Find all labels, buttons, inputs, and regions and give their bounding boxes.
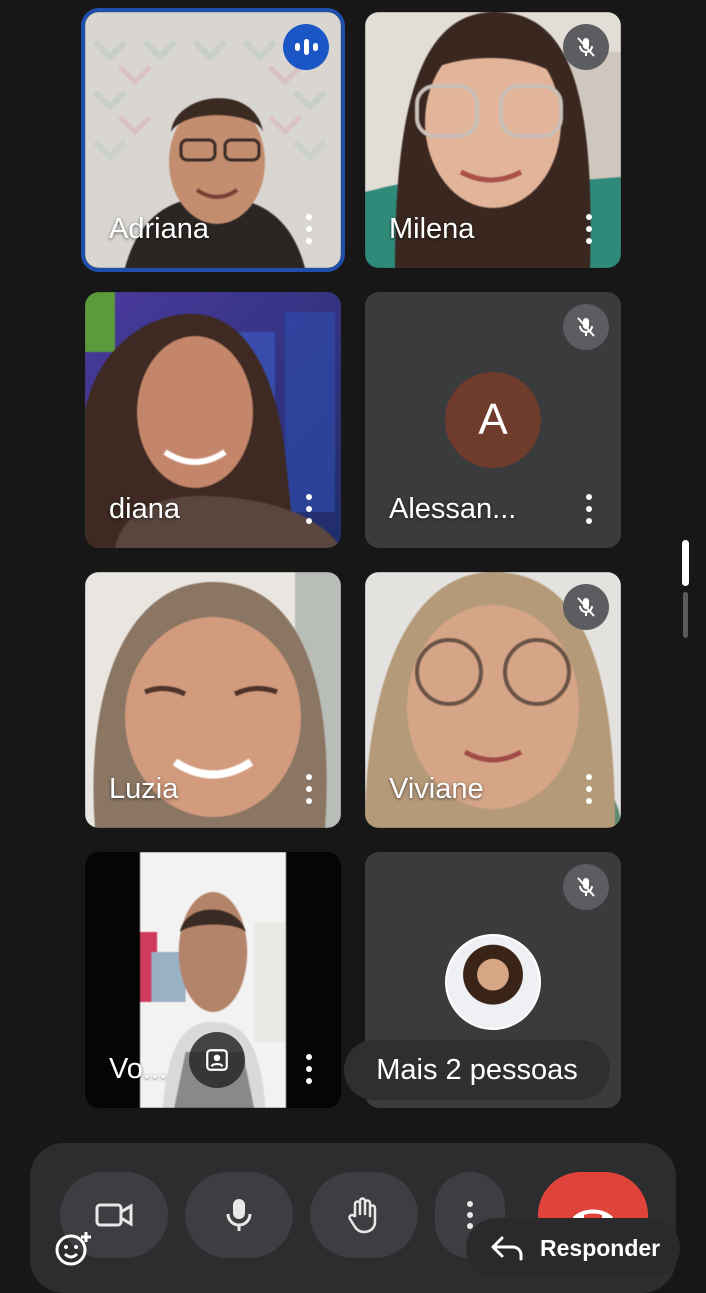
video-camera-icon <box>95 1203 133 1227</box>
reframe-icon <box>206 1049 228 1071</box>
participant-tile-luzia[interactable]: Luzia <box>85 572 341 828</box>
add-reaction-icon <box>55 1232 91 1266</box>
mic-toggle-button[interactable] <box>185 1172 293 1258</box>
more-vert-icon[interactable] <box>305 494 313 524</box>
more-vert-icon[interactable] <box>305 214 313 244</box>
participant-name: Adriana <box>109 213 209 245</box>
avatar: A <box>445 372 541 468</box>
participant-tile-viviane[interactable]: Viviane <box>365 572 621 828</box>
scrollbar-track <box>683 592 688 638</box>
speaking-indicator-icon <box>283 24 329 70</box>
mic-off-icon <box>563 864 609 910</box>
participant-tile-milena[interactable]: Milena <box>365 12 621 268</box>
more-vert-icon[interactable] <box>305 774 313 804</box>
avatar <box>445 934 541 1030</box>
participant-name: Viviane <box>389 773 484 805</box>
reactions-button[interactable] <box>54 1230 92 1268</box>
participant-tile-adriana[interactable]: Adriana <box>81 8 345 272</box>
participant-name: Alessan... <box>389 493 517 525</box>
more-options-icon <box>467 1201 473 1229</box>
mic-off-icon <box>563 24 609 70</box>
participant-name: Milena <box>389 213 475 245</box>
more-vert-icon[interactable] <box>585 774 593 804</box>
participant-name: diana <box>109 493 180 525</box>
raise-hand-button[interactable] <box>310 1172 418 1258</box>
mic-off-icon <box>563 304 609 350</box>
more-vert-icon[interactable] <box>585 494 593 524</box>
more-vert-icon[interactable] <box>305 1054 313 1084</box>
participant-tile-self[interactable]: Vo... <box>85 852 341 1108</box>
more-vert-icon[interactable] <box>585 214 593 244</box>
participant-tile-diana[interactable]: diana <box>85 292 341 548</box>
participant-name: Luzia <box>109 773 179 805</box>
more-people-button[interactable]: Mais 2 pessoas <box>344 1040 610 1100</box>
raise-hand-icon <box>348 1197 377 1234</box>
reply-arrow-icon <box>491 1236 523 1261</box>
participant-tile-alessan[interactable]: A Alessan... <box>365 292 621 548</box>
reply-button[interactable]: Responder <box>466 1218 680 1278</box>
reframe-button[interactable] <box>189 1032 245 1088</box>
participant-name: Vo... <box>109 1053 168 1085</box>
microphone-icon <box>226 1199 252 1231</box>
reply-label: Responder <box>540 1234 661 1261</box>
scrollbar-thumb[interactable] <box>682 540 689 586</box>
mic-off-icon <box>563 584 609 630</box>
